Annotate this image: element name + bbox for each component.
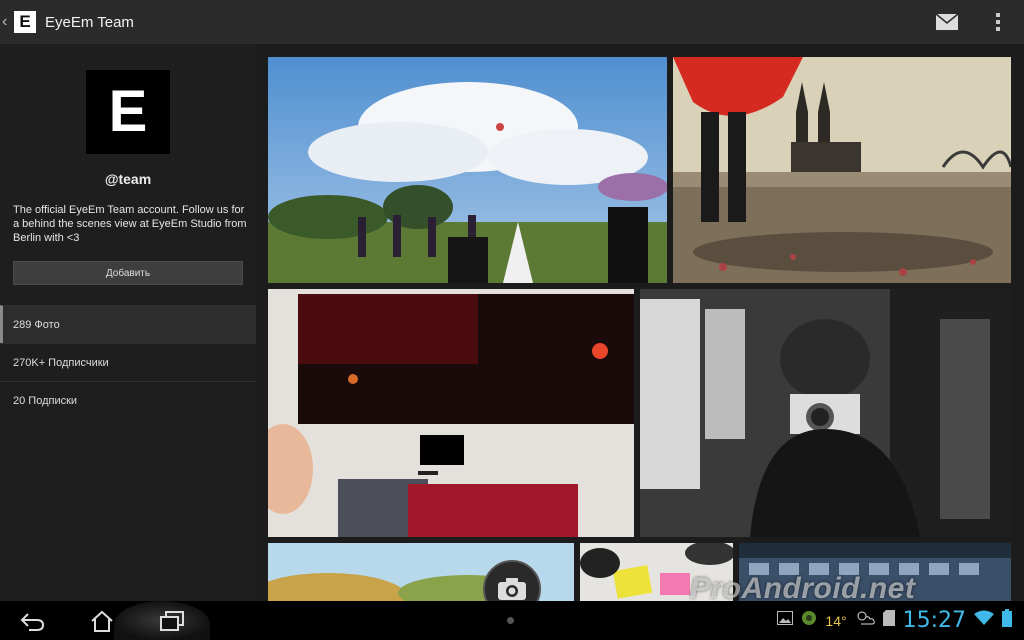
stats-list: 289 Фото 270K+ Подписчики 20 Подписки — [0, 305, 256, 419]
profile-bio: The official EyeEm Team account. Follow … — [13, 204, 247, 244]
username: @team — [104, 171, 152, 187]
photo-wedding[interactable] — [268, 57, 667, 283]
camera-icon — [498, 578, 526, 600]
clock: 15:27 — [902, 608, 966, 633]
photo-grid — [256, 44, 1024, 601]
app-notification-icon — [801, 610, 817, 631]
add-button[interactable]: Добавить — [13, 261, 243, 285]
photo-cologne-umbrella[interactable] — [673, 57, 1011, 283]
photo-elevator-selfie[interactable] — [640, 289, 1011, 537]
mail-icon[interactable] — [936, 14, 958, 30]
action-bar: ‹ E EyeEm Team — [0, 0, 1024, 44]
stat-following[interactable]: 20 Подписки — [0, 381, 256, 419]
page-indicator-dot — [507, 617, 514, 624]
system-navbar: 14° 15:27 — [0, 601, 1024, 640]
stat-followers[interactable]: 270K+ Подписчики — [0, 343, 256, 381]
weather-icon — [855, 610, 875, 631]
photo-polaroid[interactable] — [268, 289, 634, 537]
stat-photos[interactable]: 289 Фото — [0, 305, 256, 343]
status-area: 14° 15:27 — [777, 601, 1012, 640]
overflow-menu-icon[interactable] — [988, 10, 1008, 34]
app-logo-icon[interactable]: E — [14, 11, 36, 33]
avatar-letter: E — [108, 79, 148, 144]
profile-sidebar: E @team The official EyeEm Team account.… — [0, 44, 256, 601]
avatar[interactable]: E — [86, 70, 170, 154]
wifi-icon — [974, 610, 994, 631]
gallery-notification-icon — [777, 611, 794, 630]
app-logo-letter: E — [19, 12, 31, 31]
back-icon[interactable] — [5, 601, 59, 640]
app-title: EyeEm Team — [45, 13, 134, 31]
battery-icon — [1002, 609, 1012, 632]
back-chevron-icon[interactable]: ‹ — [2, 0, 12, 44]
sd-card-icon — [882, 610, 895, 631]
temperature: 14° — [825, 612, 847, 629]
recents-icon[interactable] — [145, 601, 199, 640]
